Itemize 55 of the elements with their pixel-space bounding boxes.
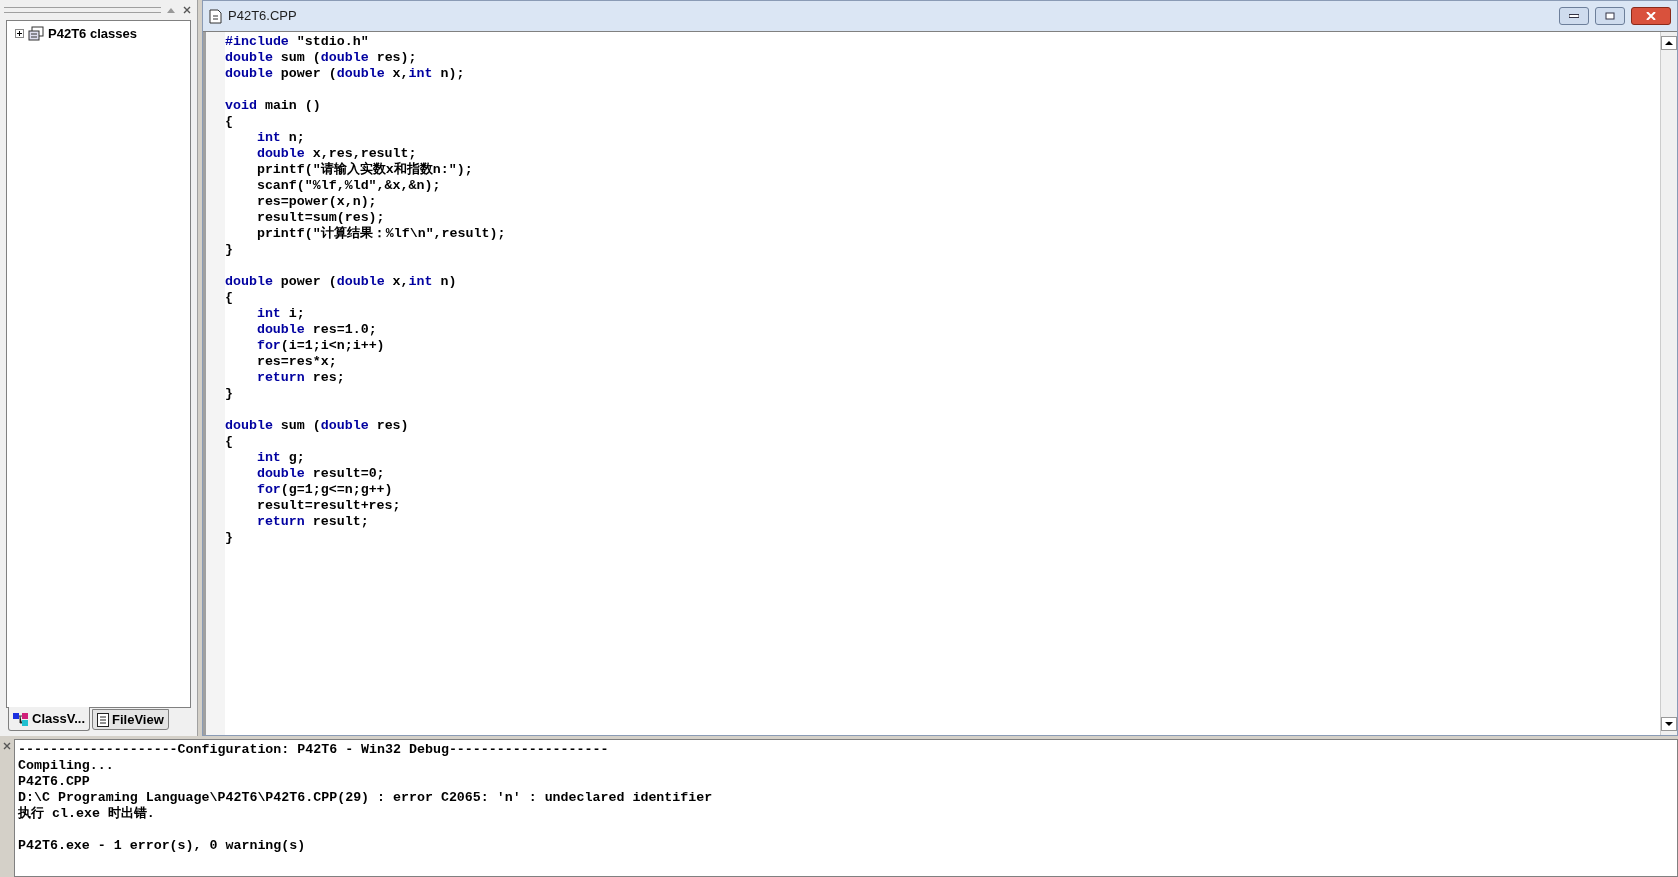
output-line: 执行 cl.exe 时出错.: [18, 806, 156, 822]
output-line: Compiling...: [18, 758, 115, 774]
code-line: result=sum(res);: [256, 210, 385, 226]
file-icon: [209, 8, 222, 24]
class-view-icon: [13, 711, 29, 726]
scroll-down-icon[interactable]: [1661, 717, 1677, 731]
document-icon: [97, 712, 109, 727]
code-line: double sum (double res): [225, 418, 409, 434]
output-line: P42T6.CPP: [18, 774, 91, 790]
code-line: void main (): [225, 98, 321, 114]
code-line: int g;: [256, 450, 305, 466]
code-line: double power (double x,int n): [225, 274, 457, 290]
restore-icon: [1605, 12, 1615, 20]
code-line: scanf("%lf,%ld",&x,&n);: [256, 178, 441, 194]
minimize-button[interactable]: [1559, 7, 1589, 25]
code-line: printf("计算结果：%lf\n",result);: [256, 226, 506, 242]
expand-icon[interactable]: [15, 29, 24, 39]
close-icon: [1646, 12, 1656, 20]
code-line: double sum (double res);: [225, 50, 417, 66]
code-line: double power (double x,int n);: [225, 66, 465, 82]
code-line: #include "stdio.h": [225, 34, 369, 50]
code-line: }: [225, 386, 233, 402]
code-line: int i;: [256, 306, 305, 322]
code-line: int n;: [256, 130, 305, 146]
output-line: --------------------Configuration: P42T6 - Win32 Debug--------------------: [18, 742, 610, 758]
code-line: return result;: [256, 514, 369, 530]
close-button[interactable]: [1631, 7, 1671, 25]
code-line: double result=0;: [256, 466, 385, 482]
scroll-up-icon[interactable]: [1661, 36, 1677, 50]
code-line: printf("请输入实数x和指数n:");: [256, 162, 473, 178]
code-line: for(i=1;i<n;i++): [256, 338, 385, 354]
code-line: return res;: [256, 370, 345, 386]
output-line: P42T6.exe - 1 error(s), 0 warning(s): [18, 838, 307, 854]
output-line: D:\C Programing Language\P42T6\P42T6.CPP(29) : error C2065: 'n' : undeclared identifier: [18, 790, 714, 806]
code-line: for(g=1;g<=n;g++): [256, 482, 393, 498]
code-line: double x,res,result;: [256, 146, 417, 161]
minimize-icon: [1569, 14, 1579, 18]
code-line: }: [225, 242, 233, 258]
panel-tab[interactable]: FileView: [92, 709, 169, 730]
code-line: double res=1.0;: [256, 322, 377, 338]
scrollbar[interactable]: [1660, 32, 1677, 735]
classes-icon: [28, 26, 44, 42]
maximize-button[interactable]: [1595, 7, 1625, 25]
code-line: {: [225, 290, 233, 306]
close-icon[interactable]: [2, 741, 12, 751]
code-line: result=result+res;: [256, 498, 401, 514]
window-title: P42T6.CPP: [228, 7, 297, 26]
code-line: res=res*x;: [256, 354, 337, 370]
code-line: {: [225, 434, 233, 450]
panel-tab[interactable]: ClassV...: [8, 707, 90, 731]
code-line: res=power(x,n);: [256, 194, 377, 210]
code-line: }: [225, 530, 233, 546]
code-line: {: [225, 114, 233, 130]
close-icon[interactable]: [181, 4, 193, 16]
tree-item[interactable]: P42T6 classes: [48, 24, 137, 44]
